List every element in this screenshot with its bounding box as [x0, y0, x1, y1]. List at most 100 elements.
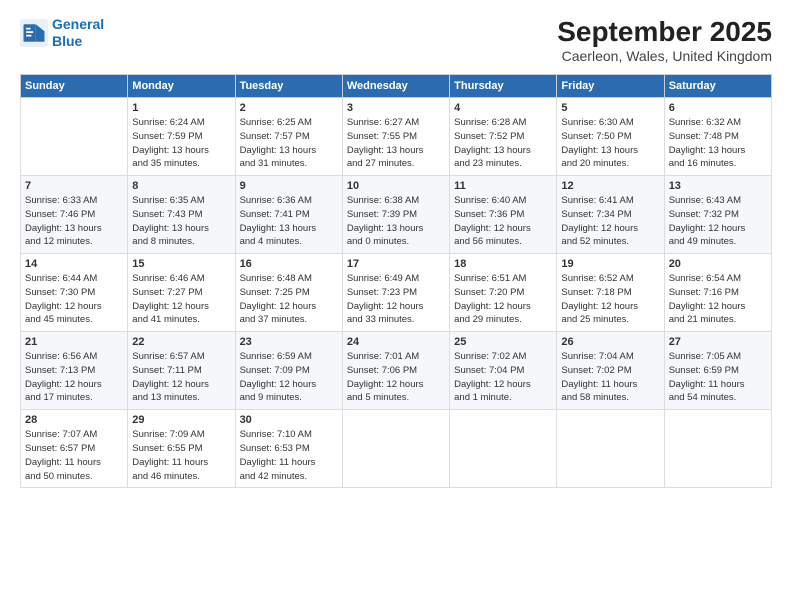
day-detail: Sunrise: 6:28 AM Sunset: 7:52 PM Dayligh…	[454, 116, 552, 171]
day-cell: 25Sunrise: 7:02 AM Sunset: 7:04 PM Dayli…	[450, 332, 557, 410]
day-number: 22	[132, 336, 230, 348]
day-detail: Sunrise: 6:27 AM Sunset: 7:55 PM Dayligh…	[347, 116, 445, 171]
title-block: September 2025 Caerleon, Wales, United K…	[557, 16, 772, 64]
day-cell: 30 Sunrise: 7:10 AM Sunset: 6:53 PM Dayli…	[235, 410, 342, 488]
day-cell: 24 Sunrise: 7:01 AM Sunset: 7:06 PM Dayli…	[342, 332, 449, 410]
day-detail: Sunrise: 6:41 AM Sunset: 7:34 PM Dayligh…	[561, 194, 659, 249]
day-cell: 8 Sunrise: 6:35 AM Sunset: 7:43 PM Daylig…	[128, 176, 235, 254]
logo-text: General Blue	[52, 16, 104, 50]
day-detail: Sunrise: 6:38 AM Sunset: 7:39 PM Dayligh…	[347, 194, 445, 249]
day-cell: 3 Sunrise: 6:27 AM Sunset: 7:55 PM Daylig…	[342, 98, 449, 176]
day-cell: 2Sunrise: 6:25 AM Sunset: 7:57 PM Daylig…	[235, 98, 342, 176]
main-title: September 2025	[557, 16, 772, 48]
logo-icon	[20, 19, 48, 47]
day-detail: Sunrise: 6:43 AM Sunset: 7:32 PM Dayligh…	[669, 194, 767, 249]
calendar-body: 1Sunrise: 6:24 AM Sunset: 7:59 PM Daylig…	[21, 98, 772, 488]
day-detail: Sunrise: 7:07 AM Sunset: 6:57 PM Dayligh…	[25, 428, 123, 483]
logo: General Blue	[20, 16, 104, 50]
day-cell: 9 Sunrise: 6:36 AM Sunset: 7:41 PM Daylig…	[235, 176, 342, 254]
day-detail: Sunrise: 6:24 AM Sunset: 7:59 PM Dayligh…	[132, 116, 230, 171]
day-number: 29	[132, 414, 230, 426]
day-detail: Sunrise: 6:54 AM Sunset: 7:16 PM Dayligh…	[669, 272, 767, 327]
day-number: 15	[132, 258, 230, 270]
day-number: 23	[240, 336, 338, 348]
calendar-table: Sunday Monday Tuesday Wednesday Thursday…	[20, 74, 772, 488]
week-row-2: 7 Sunrise: 6:33 AM Sunset: 7:46 PM Daylig…	[21, 176, 772, 254]
day-number: 17	[347, 258, 445, 270]
logo-line2: Blue	[52, 33, 82, 49]
day-cell: 7 Sunrise: 6:33 AM Sunset: 7:46 PM Daylig…	[21, 176, 128, 254]
day-detail: Sunrise: 7:04 AM Sunset: 7:02 PM Dayligh…	[561, 350, 659, 405]
day-number: 11	[454, 180, 552, 192]
page: General Blue September 2025 Caerleon, Wa…	[0, 0, 792, 612]
day-detail: Sunrise: 6:32 AM Sunset: 7:48 PM Dayligh…	[669, 116, 767, 171]
col-tuesday: Tuesday	[235, 75, 342, 98]
day-cell	[450, 410, 557, 488]
day-cell: 15Sunrise: 6:46 AM Sunset: 7:27 PM Dayli…	[128, 254, 235, 332]
logo-line1: General	[52, 16, 104, 32]
day-number: 19	[561, 258, 659, 270]
day-cell: 10 Sunrise: 6:38 AM Sunset: 7:39 PM Dayli…	[342, 176, 449, 254]
day-cell	[21, 98, 128, 176]
day-cell: 4 Sunrise: 6:28 AM Sunset: 7:52 PM Daylig…	[450, 98, 557, 176]
day-number: 30	[240, 414, 338, 426]
day-cell: 14Sunrise: 6:44 AM Sunset: 7:30 PM Dayli…	[21, 254, 128, 332]
day-cell: 21Sunrise: 6:56 AM Sunset: 7:13 PM Dayli…	[21, 332, 128, 410]
day-cell	[664, 410, 771, 488]
col-wednesday: Wednesday	[342, 75, 449, 98]
day-detail: Sunrise: 7:02 AM Sunset: 7:04 PM Dayligh…	[454, 350, 552, 405]
day-detail: Sunrise: 7:01 AM Sunset: 7:06 PM Dayligh…	[347, 350, 445, 405]
day-cell: 26Sunrise: 7:04 AM Sunset: 7:02 PM Dayli…	[557, 332, 664, 410]
day-cell: 28 Sunrise: 7:07 AM Sunset: 6:57 PM Dayli…	[21, 410, 128, 488]
day-cell: 20 Sunrise: 6:54 AM Sunset: 7:16 PM Dayli…	[664, 254, 771, 332]
week-row-5: 28 Sunrise: 7:07 AM Sunset: 6:57 PM Dayli…	[21, 410, 772, 488]
day-number: 6	[669, 102, 767, 114]
day-detail: Sunrise: 6:52 AM Sunset: 7:18 PM Dayligh…	[561, 272, 659, 327]
day-number: 16	[240, 258, 338, 270]
day-detail: Sunrise: 6:25 AM Sunset: 7:57 PM Dayligh…	[240, 116, 338, 171]
day-number: 14	[25, 258, 123, 270]
day-detail: Sunrise: 6:36 AM Sunset: 7:41 PM Dayligh…	[240, 194, 338, 249]
week-row-1: 1Sunrise: 6:24 AM Sunset: 7:59 PM Daylig…	[21, 98, 772, 176]
day-detail: Sunrise: 6:30 AM Sunset: 7:50 PM Dayligh…	[561, 116, 659, 171]
day-detail: Sunrise: 7:10 AM Sunset: 6:53 PM Dayligh…	[240, 428, 338, 483]
header: General Blue September 2025 Caerleon, Wa…	[20, 16, 772, 64]
day-number: 12	[561, 180, 659, 192]
day-detail: Sunrise: 6:35 AM Sunset: 7:43 PM Dayligh…	[132, 194, 230, 249]
day-detail: Sunrise: 7:09 AM Sunset: 6:55 PM Dayligh…	[132, 428, 230, 483]
day-number: 10	[347, 180, 445, 192]
col-sunday: Sunday	[21, 75, 128, 98]
col-friday: Friday	[557, 75, 664, 98]
day-cell: 18 Sunrise: 6:51 AM Sunset: 7:20 PM Dayli…	[450, 254, 557, 332]
day-number: 18	[454, 258, 552, 270]
day-detail: Sunrise: 6:56 AM Sunset: 7:13 PM Dayligh…	[25, 350, 123, 405]
day-detail: Sunrise: 6:51 AM Sunset: 7:20 PM Dayligh…	[454, 272, 552, 327]
day-number: 7	[25, 180, 123, 192]
day-number: 9	[240, 180, 338, 192]
day-detail: Sunrise: 6:49 AM Sunset: 7:23 PM Dayligh…	[347, 272, 445, 327]
day-detail: Sunrise: 7:05 AM Sunset: 6:59 PM Dayligh…	[669, 350, 767, 405]
day-cell	[342, 410, 449, 488]
col-saturday: Saturday	[664, 75, 771, 98]
day-cell: 5Sunrise: 6:30 AM Sunset: 7:50 PM Daylig…	[557, 98, 664, 176]
week-row-4: 21Sunrise: 6:56 AM Sunset: 7:13 PM Dayli…	[21, 332, 772, 410]
week-row-3: 14Sunrise: 6:44 AM Sunset: 7:30 PM Dayli…	[21, 254, 772, 332]
day-number: 27	[669, 336, 767, 348]
day-cell: 6 Sunrise: 6:32 AM Sunset: 7:48 PM Daylig…	[664, 98, 771, 176]
day-cell: 11 Sunrise: 6:40 AM Sunset: 7:36 PM Dayli…	[450, 176, 557, 254]
day-detail: Sunrise: 6:59 AM Sunset: 7:09 PM Dayligh…	[240, 350, 338, 405]
day-number: 3	[347, 102, 445, 114]
day-number: 28	[25, 414, 123, 426]
day-number: 13	[669, 180, 767, 192]
day-number: 20	[669, 258, 767, 270]
day-cell: 12 Sunrise: 6:41 AM Sunset: 7:34 PM Dayli…	[557, 176, 664, 254]
day-cell: 22Sunrise: 6:57 AM Sunset: 7:11 PM Dayli…	[128, 332, 235, 410]
day-number: 4	[454, 102, 552, 114]
day-cell: 23 Sunrise: 6:59 AM Sunset: 7:09 PM Dayli…	[235, 332, 342, 410]
day-number: 24	[347, 336, 445, 348]
day-cell: 16Sunrise: 6:48 AM Sunset: 7:25 PM Dayli…	[235, 254, 342, 332]
day-detail: Sunrise: 6:33 AM Sunset: 7:46 PM Dayligh…	[25, 194, 123, 249]
day-cell: 1Sunrise: 6:24 AM Sunset: 7:59 PM Daylig…	[128, 98, 235, 176]
day-number: 8	[132, 180, 230, 192]
day-detail: Sunrise: 6:40 AM Sunset: 7:36 PM Dayligh…	[454, 194, 552, 249]
